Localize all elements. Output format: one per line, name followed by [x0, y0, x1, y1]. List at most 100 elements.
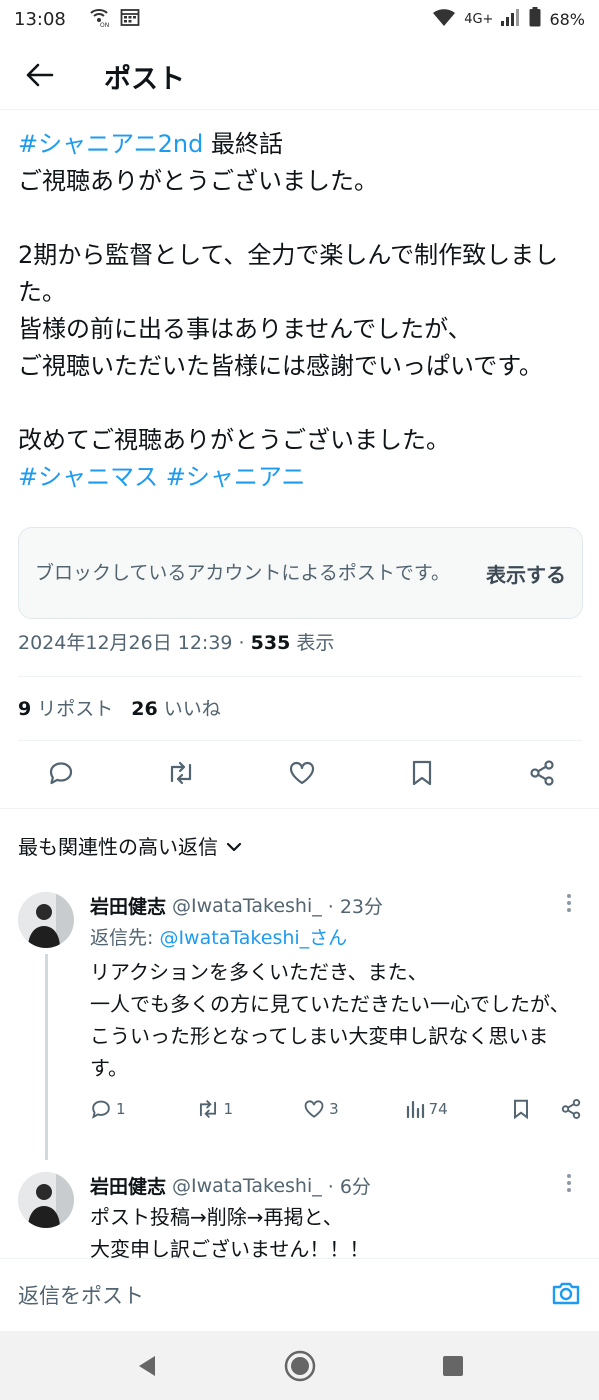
avatar[interactable] [18, 892, 74, 948]
bookmark-icon [513, 1099, 528, 1120]
heart-icon [304, 1100, 324, 1118]
post-line: 2期から監督として、全力で楽しんで制作致しました。 [18, 241, 559, 306]
repost-button[interactable] [164, 758, 198, 792]
back-button[interactable] [16, 53, 64, 101]
reply-item[interactable]: 岩田健志 @IwataTakeshi_ · 23分 返信先: @IwataTak… [18, 892, 584, 1160]
reply-author-name[interactable]: 岩田健志 [90, 892, 166, 919]
post-text: #シャニアニ2nd 最終話 ご視聴ありがとうございました。 2期から監督として、… [18, 126, 584, 496]
reply-author-handle[interactable]: @IwataTakeshi_ [172, 1175, 322, 1197]
like-button[interactable] [285, 758, 319, 792]
sort-label: 最も関連性の高い返信 [18, 835, 218, 859]
bookmark-icon [410, 759, 434, 791]
more-options-button[interactable] [558, 894, 580, 916]
wifi-icon [432, 7, 456, 31]
repost-icon [166, 759, 196, 791]
divider [18, 740, 582, 741]
square-recents-icon [442, 1356, 463, 1376]
post-datetime: 2024年12月26日 12:39 [18, 632, 233, 654]
like-count: 3 [329, 1100, 339, 1118]
separator: · [232, 632, 251, 654]
bookmark-button[interactable] [512, 1098, 530, 1120]
more-options-button[interactable] [558, 1174, 580, 1196]
post-line: ご視聴いただいた皆様には感謝でいっぱいです。 [18, 352, 543, 380]
more-vertical-icon [566, 893, 572, 917]
likes-stat[interactable]: 26 いいね [131, 694, 220, 721]
post-line: 改めてご視聴ありがとうございました。 [18, 426, 450, 454]
likes-label: いいね [163, 698, 221, 720]
signal-icon [501, 8, 521, 30]
share-icon [561, 1099, 580, 1119]
reposts-count: 9 [18, 698, 32, 720]
avatar[interactable] [18, 1172, 74, 1228]
repost-button[interactable]: 1 [196, 1098, 234, 1120]
divider [18, 676, 582, 677]
avatar-photo-icon [18, 1172, 74, 1228]
thread-line [45, 954, 48, 1160]
avatar-photo-icon [18, 892, 74, 948]
reply-action-bar: 1 1 3 74 [90, 1098, 580, 1120]
reply-button[interactable]: 1 [90, 1098, 126, 1120]
show-button[interactable]: 表示する [486, 559, 566, 588]
share-button[interactable] [560, 1098, 582, 1120]
network-type: 4G+ [464, 11, 494, 27]
reply-icon [92, 1100, 110, 1119]
reply-to-handle[interactable]: @IwataTakeshi_さん [159, 927, 347, 949]
post-line: ご視聴ありがとうございました。 [18, 167, 378, 195]
status-bar: 13:08 ON 4G+ 68% [0, 0, 599, 38]
blocked-quote-notice: ブロックしているアカウントによるポストです。 表示する [18, 527, 583, 619]
reply-text: リアクションを多くいただき、また、 一人でも多くの方に見ていただきたい一心でした… [90, 960, 570, 1080]
post-stats: 9 リポスト 26 いいね [18, 694, 221, 721]
triangle-back-icon [138, 1356, 155, 1376]
wifi-call-icon: ON [88, 7, 110, 32]
camera-icon [552, 1282, 580, 1305]
battery-icon [529, 7, 541, 31]
nav-back-button[interactable] [127, 1346, 167, 1386]
post-action-bar [0, 752, 599, 798]
reply-composer: 返信をポスト [0, 1258, 599, 1332]
likes-count: 26 [131, 698, 158, 720]
post-meta: 2024年12月26日 12:39 · 535 表示 [18, 628, 334, 655]
repost-count: 1 [223, 1100, 234, 1118]
home-circle-icon [284, 1350, 315, 1382]
hashtag-link[interactable]: #シャニマス [18, 463, 158, 491]
reply-text: ポスト投稿→削除→再掲と、 大変申し訳ございません！！！ [90, 1205, 370, 1261]
reply-sort-dropdown[interactable]: 最も関連性の高い返信 [0, 808, 599, 860]
reposts-label: リポスト [37, 698, 114, 720]
post-line: 最終話 [203, 130, 283, 158]
back-arrow-icon [26, 63, 54, 91]
views-count: 74 [428, 1100, 448, 1118]
reply-item[interactable]: 岩田健志 @IwataTakeshi_ · 6分 ポスト投稿→削除→再掲と、 大… [18, 1172, 584, 1262]
reply-author-name[interactable]: 岩田健志 [90, 1172, 166, 1199]
bookmark-button[interactable] [405, 758, 439, 792]
views-count: 535 [250, 632, 291, 654]
system-navigation-bar [0, 1332, 599, 1400]
reply-to-label: 返信先: [90, 927, 160, 949]
clock: 13:08 [14, 8, 66, 30]
share-button[interactable] [525, 758, 559, 792]
reply-time: · 23分 [327, 896, 383, 918]
page-title: ポスト [104, 64, 185, 95]
chevron-down-icon [226, 834, 242, 858]
blocked-message: ブロックしているアカウントによるポストです。 [35, 561, 450, 584]
reply-time: · 6分 [327, 1176, 371, 1198]
hashtag-link[interactable]: #シャニアニ2nd [18, 130, 203, 158]
calendar-icon [120, 7, 140, 32]
more-vertical-icon [566, 1173, 572, 1197]
analytics-icon [406, 1100, 424, 1119]
hashtag-link[interactable]: #シャニアニ [166, 463, 306, 491]
views-button[interactable]: 74 [405, 1099, 448, 1119]
top-bar: ポスト [0, 44, 599, 110]
camera-button[interactable] [551, 1279, 581, 1311]
reply-icon [47, 759, 75, 791]
views-label: 表示 [290, 632, 335, 654]
reply-button[interactable] [44, 758, 78, 792]
reposts-stat[interactable]: 9 リポスト [18, 694, 113, 721]
like-button[interactable]: 3 [303, 1099, 339, 1119]
reply-author-handle[interactable]: @IwataTakeshi_ [172, 895, 322, 917]
post-line: 皆様の前に出る事はありませんでしたが、 [18, 315, 472, 343]
nav-recents-button[interactable] [433, 1346, 473, 1386]
nav-home-button[interactable] [280, 1346, 320, 1386]
reply-input[interactable]: 返信をポスト [18, 1280, 144, 1310]
